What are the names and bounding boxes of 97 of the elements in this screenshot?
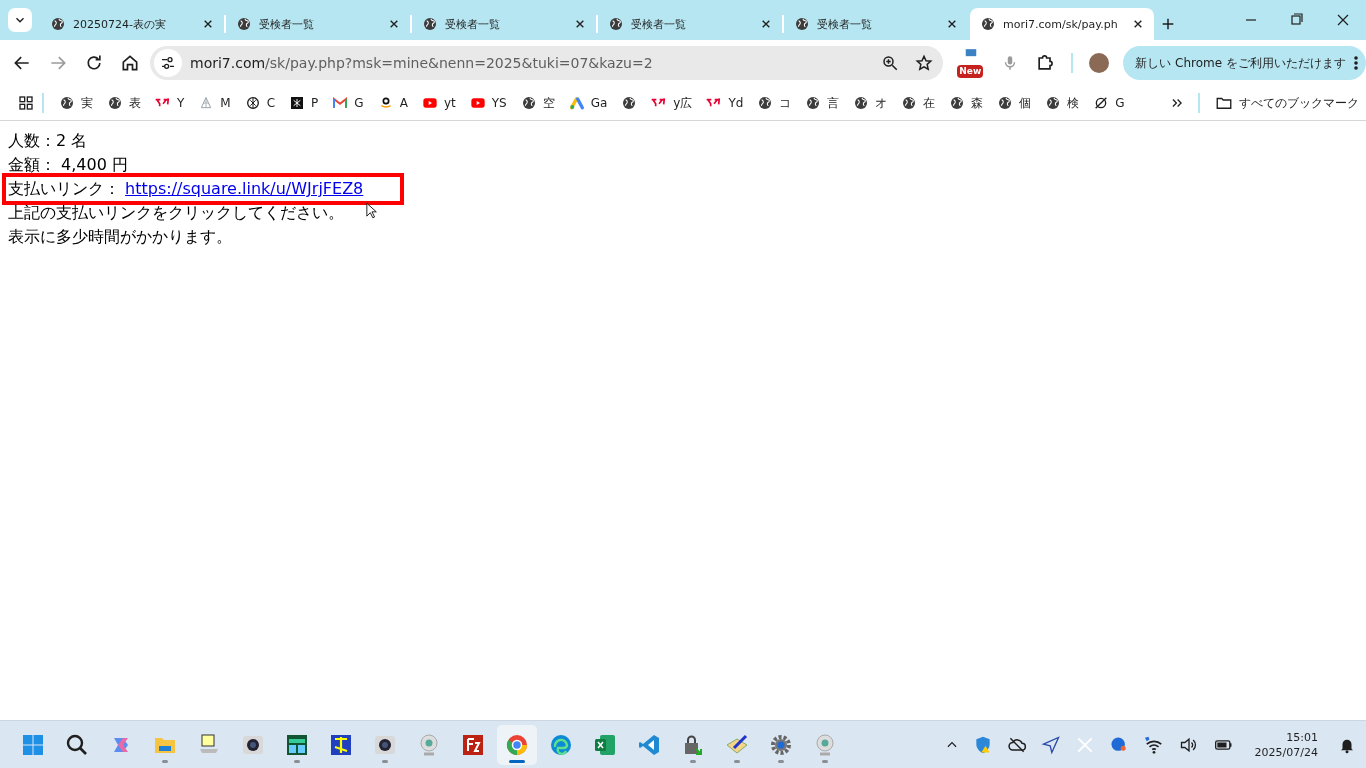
knot-icon <box>244 95 261 111</box>
text-line: 人数：2 名 <box>8 130 88 152</box>
bookmark[interactable]: M <box>191 89 238 117</box>
bookmark[interactable]: 在 <box>894 89 943 117</box>
tab-title: 20250724-表の実 <box>73 16 167 32</box>
bookmark[interactable]: 森 <box>942 89 991 117</box>
chevrons-right-icon[interactable] <box>1170 96 1184 110</box>
bookmark[interactable]: G <box>325 89 371 117</box>
bookmark[interactable]: 言 <box>798 89 847 117</box>
link-label: 支払いリンク： <box>8 179 121 198</box>
home-icon[interactable] <box>120 53 140 73</box>
tab-title: 受検者一覧 <box>445 16 501 32</box>
puzzle-icon[interactable] <box>1035 53 1056 73</box>
wave-logo-icon <box>549 732 573 757</box>
globe-icon <box>980 16 996 32</box>
apps-grid-icon[interactable] <box>18 95 34 111</box>
bookmark[interactable]: 表 <box>100 89 148 117</box>
bookmark[interactable]: P <box>282 89 326 117</box>
globe-icon <box>757 95 774 111</box>
bookmark[interactable]: 検 <box>1038 89 1087 117</box>
bookmark[interactable]: 個 <box>990 89 1039 117</box>
text-line: 金額： 4,400 円 <box>8 154 128 176</box>
send-arrow-icon[interactable] <box>1040 734 1061 755</box>
text-line: 上記の支払いリンクをクリックしてください。 <box>8 202 344 224</box>
bookmark[interactable]: Y <box>148 89 192 117</box>
letter-tile-icon <box>461 732 485 757</box>
browser-logo-icon <box>505 732 529 757</box>
globe-icon <box>901 95 918 111</box>
site-info-button[interactable] <box>154 49 182 77</box>
browser-tab[interactable]: 受検者一覧 <box>598 8 782 40</box>
address-bar[interactable]: mori7.com/sk/pay.php?msk=mine&nenn=2025&tuki=07&kazu=2 <box>150 46 944 80</box>
globe-icon <box>805 95 822 111</box>
search-icon <box>65 732 89 757</box>
play-icon <box>421 95 438 111</box>
update-chrome-button[interactable]: 新しい Chrome をご利用いただけます <box>1123 46 1366 80</box>
bookmark[interactable]: C <box>237 89 283 117</box>
webcam-icon <box>813 732 837 757</box>
tab-title: 受検者一覧 <box>631 16 687 32</box>
globe-icon <box>50 16 66 32</box>
text-line: 表示に多少時間がかかります。 <box>8 226 232 248</box>
triangle-logo-icon <box>568 95 585 111</box>
envelope-icon <box>332 95 349 111</box>
code-editor-icon <box>637 732 661 757</box>
bookmark[interactable]: yt <box>414 89 463 117</box>
payment-link[interactable]: https://square.link/u/WJrjFEZ8 <box>125 179 364 198</box>
globe-icon <box>236 16 252 32</box>
webcam-icon <box>417 732 441 757</box>
bookmark[interactable]: y広 <box>644 89 700 117</box>
browser-tab[interactable]: 20250724-表の実 <box>40 8 224 40</box>
bookmark[interactable]: Yd <box>699 89 751 117</box>
windows-logo-icon <box>21 732 45 757</box>
tab-list-button[interactable] <box>8 8 32 32</box>
wifi-icon[interactable] <box>1142 734 1165 755</box>
bookmark[interactable]: コ <box>750 89 799 117</box>
bookmark[interactable]: A <box>370 89 415 117</box>
all-bookmarks-button[interactable]: すべてのブックマーク <box>1208 89 1366 117</box>
sliders-icon <box>160 55 176 71</box>
tab-title: mori7.com/sk/pay.ph <box>1003 17 1119 31</box>
tab-title: 受検者一覧 <box>817 16 873 32</box>
bookmark[interactable]: 実 <box>52 89 100 117</box>
url-text: mori7.com/sk/pay.php?msk=mine&nenn=2025&tuki=07&kazu=2 <box>190 55 654 71</box>
app-window-icon <box>285 732 309 757</box>
avatar-circle[interactable] <box>1089 53 1110 73</box>
globe-icon <box>422 16 438 32</box>
globe-icon <box>107 95 123 111</box>
globe-icon <box>621 95 638 111</box>
new-tab-icon[interactable] <box>1160 16 1176 32</box>
globe-icon <box>1045 95 1062 111</box>
bookmark[interactable]: Ga <box>561 89 615 117</box>
cursor-icon <box>366 202 378 220</box>
kebab-menu-icon <box>1354 55 1358 71</box>
dark-square-icon <box>289 95 306 111</box>
kanji-tile-icon <box>329 732 353 757</box>
reload-icon[interactable] <box>84 53 104 73</box>
bookmark[interactable]: YS <box>462 89 514 117</box>
globe-icon <box>949 95 966 111</box>
browser-tab[interactable]: 受検者一覧 <box>412 8 596 40</box>
zoom-icon[interactable] <box>881 54 900 72</box>
play-icon <box>469 95 486 111</box>
globe-icon <box>520 95 537 111</box>
star-icon[interactable] <box>915 54 934 72</box>
spreadsheet-icon <box>593 732 617 757</box>
bookmark[interactable]: オ <box>846 89 895 117</box>
bookmark[interactable]: G <box>1086 89 1132 117</box>
clock[interactable]: 15:01 2025/07/24 <box>1254 729 1318 760</box>
browser-tab[interactable]: 受検者一覧 <box>784 8 968 40</box>
globe-icon <box>853 95 870 111</box>
new-badge: New <box>957 65 984 78</box>
gear-icon <box>769 732 793 757</box>
globe-icon <box>794 16 810 32</box>
globe-icon <box>59 95 75 111</box>
globe-icon <box>997 95 1014 111</box>
bookmark[interactable]: 空 <box>513 89 562 117</box>
browser-tab[interactable]: mori7.com/sk/pay.ph <box>970 8 1154 40</box>
browser-tab[interactable]: 受検者一覧 <box>226 8 410 40</box>
tab-title: 受検者一覧 <box>259 16 315 32</box>
globe-icon <box>608 16 624 32</box>
